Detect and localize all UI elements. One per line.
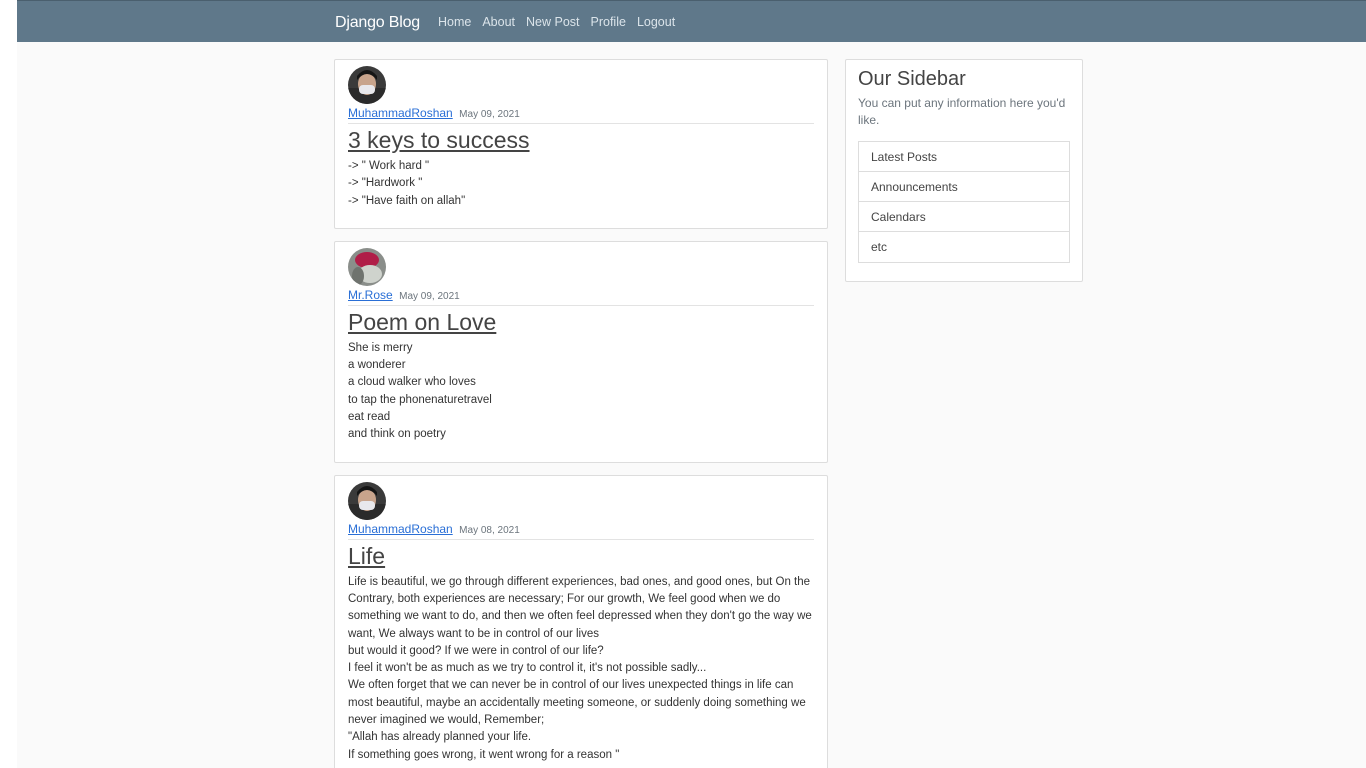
post-title-link[interactable]: Poem on Love xyxy=(348,309,496,336)
post-date: May 08, 2021 xyxy=(459,524,520,536)
sidebar-description: You can put any information here you'd l… xyxy=(858,96,1066,127)
post-date: May 09, 2021 xyxy=(459,109,520,120)
user-avatar-icon[interactable] xyxy=(348,247,386,286)
sidebar-item-latest-posts[interactable]: Latest Posts xyxy=(859,142,1069,172)
post-author-link[interactable]: MuhammadRoshan xyxy=(348,522,453,536)
sidebar-item-calendars[interactable]: Calendars xyxy=(859,202,1069,232)
post-meta: MuhammadRoshan May 08, 2021 xyxy=(348,521,814,540)
post-content: -> " Work hard " -> "Hardwork " -> "Have… xyxy=(348,160,466,207)
post-title-link[interactable]: Life xyxy=(348,543,385,570)
post-card: MuhammadRoshan May 09, 2021 3 keys to su… xyxy=(334,59,828,229)
sidebar-list: Latest Posts Announcements Calendars etc xyxy=(858,141,1070,263)
post-author-link[interactable]: MuhammadRoshan xyxy=(348,106,453,120)
nav-profile-link[interactable]: Profile xyxy=(591,15,626,29)
post-content: She is merry a wonderer a cloud walker w… xyxy=(348,341,492,441)
nav-new-post-link[interactable]: New Post xyxy=(526,15,580,29)
user-avatar-icon[interactable] xyxy=(348,481,386,520)
nav-container: Django Blog Home About New Post Profile … xyxy=(335,1,686,43)
left-margin-strip xyxy=(0,0,17,768)
post-author-link[interactable]: Mr.Rose xyxy=(348,288,393,302)
sidebar-title: Our Sidebar xyxy=(858,68,966,90)
sidebar-item-etc[interactable]: etc xyxy=(859,232,1069,262)
post-card: Mr.Rose May 09, 2021 Poem on Love She is… xyxy=(334,240,828,463)
top-navbar: Django Blog Home About New Post Profile … xyxy=(17,0,1366,42)
nav-logout-link[interactable]: Logout xyxy=(637,15,675,29)
post-date: May 09, 2021 xyxy=(399,290,460,302)
post-list: MuhammadRoshan May 09, 2021 3 keys to su… xyxy=(334,59,828,768)
post-card: MuhammadRoshan May 08, 2021 Life Life is… xyxy=(334,474,828,768)
sidebar: Our Sidebar You can put any information … xyxy=(845,59,1083,282)
user-avatar-icon[interactable] xyxy=(348,66,386,104)
post-meta: MuhammadRoshan May 09, 2021 xyxy=(348,105,814,124)
nav-home-link[interactable]: Home xyxy=(438,15,471,29)
nav-about-link[interactable]: About xyxy=(482,15,515,29)
sidebar-item-announcements[interactable]: Announcements xyxy=(859,172,1069,202)
post-meta: Mr.Rose May 09, 2021 xyxy=(348,287,814,306)
post-title-link[interactable]: 3 keys to success xyxy=(348,127,530,154)
brand-link[interactable]: Django Blog xyxy=(335,14,420,32)
post-content: Life is beautiful, we go through differe… xyxy=(348,575,812,761)
